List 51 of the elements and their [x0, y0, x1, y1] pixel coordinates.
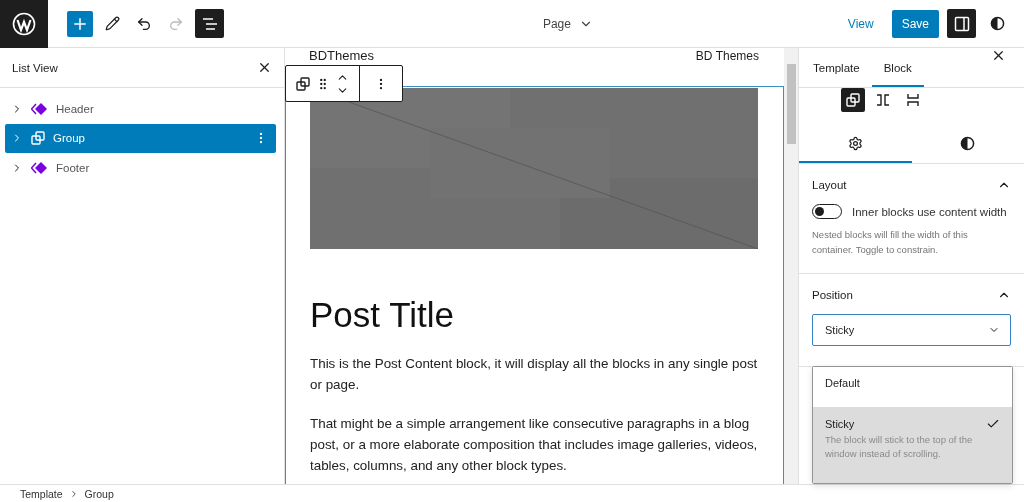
navigation-link[interactable]: BD Themes: [695, 49, 759, 63]
site-title: BDThemes: [309, 49, 375, 63]
contrast-icon: [989, 16, 1005, 31]
list-view-item[interactable]: Header: [5, 94, 276, 124]
stack-icon: [907, 93, 919, 107]
breadcrumb-link[interactable]: Template: [20, 487, 63, 500]
undo-icon: [136, 15, 152, 32]
paragraph: That might be a simple arrangement like consecutive paragraphs in a blog post, or a more elaborate composition that includes image galleries, videos, tables, columns, and any other block types.: [310, 415, 759, 475]
panel-title: List View: [12, 61, 58, 74]
group-icon: [31, 131, 45, 146]
wordpress-logo[interactable]: [12, 11, 36, 36]
view-link[interactable]: View: [847, 16, 874, 31]
list-view-item[interactable]: Group: [5, 123, 276, 153]
sidebar-icon: [953, 15, 970, 32]
sidebar-tab[interactable]: Block: [871, 48, 924, 87]
add-block-button[interactable]: [67, 10, 93, 37]
close-icon: [257, 60, 272, 75]
dropdown-option[interactable]: Sticky The block will stick to the top of the window instead of scrolling.: [813, 407, 1012, 483]
group-icon: [846, 93, 860, 107]
dropdown-option[interactable]: Default: [813, 367, 1012, 407]
save-button[interactable]: Save: [891, 9, 939, 38]
template-part-icon: [31, 101, 48, 116]
list-view-item[interactable]: Footer: [5, 153, 276, 183]
list-view-button[interactable]: [195, 9, 224, 38]
row-icon: [876, 94, 890, 106]
page-title-dropdown[interactable]: Page: [538, 12, 597, 35]
contrast-icon: [960, 136, 976, 151]
settings-button[interactable]: [947, 9, 976, 38]
scrollbar[interactable]: [784, 48, 798, 484]
paragraph: This is the Post Content block, it will display all the blocks in any single post or page.: [310, 355, 759, 394]
group-icon: [296, 76, 310, 91]
pencil-icon: [104, 16, 120, 31]
section-header[interactable]: Layout: [812, 178, 1011, 192]
block-type-button[interactable]: [294, 74, 312, 93]
close-button[interactable]: [257, 60, 272, 75]
list-view-icon: [201, 16, 218, 31]
sidebar-tab[interactable]: Template: [801, 48, 872, 87]
toggle-switch[interactable]: [812, 204, 842, 219]
variation-button[interactable]: [841, 88, 865, 112]
close-icon: [991, 48, 1006, 63]
redo-icon: [168, 15, 184, 32]
post-title: Post Title: [310, 295, 455, 335]
position-select[interactable]: Sticky: [812, 314, 1011, 346]
breadcrumb-link[interactable]: Group: [84, 487, 114, 500]
group-block[interactable]: [285, 86, 784, 484]
section-header[interactable]: Position: [812, 288, 1011, 302]
help-text: Nested blocks will fill the width of this container. Toggle to constrain.: [812, 228, 969, 257]
check-icon: [986, 417, 1000, 431]
toggle-label: Inner blocks use content width: [852, 205, 1007, 218]
template-part-icon: [31, 160, 48, 175]
settings-icon: [847, 136, 863, 151]
